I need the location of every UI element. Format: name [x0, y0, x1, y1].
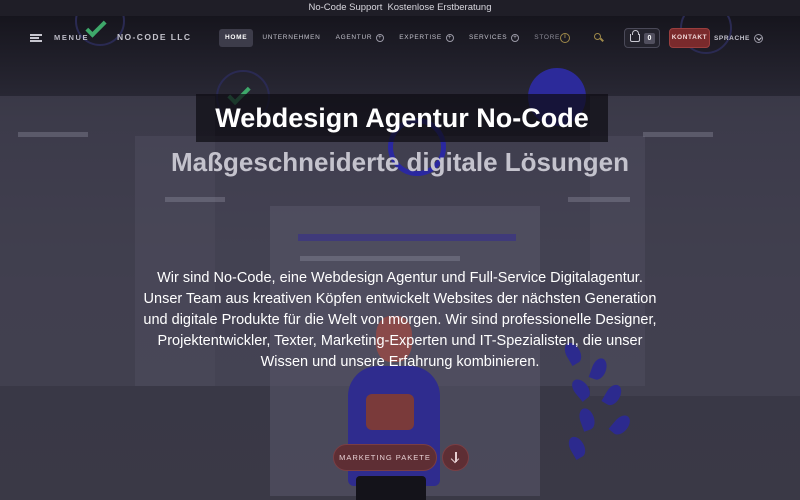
language-label: SPRACHE: [714, 34, 750, 42]
hero-section: [0, 16, 800, 500]
illustration-line: [300, 256, 460, 261]
hero-description: Wir sind No-Code, eine Webdesign Agentur…: [143, 270, 657, 370]
nav-item-label: AGENTUR: [335, 34, 373, 41]
nav-item-home[interactable]: HOME: [219, 29, 254, 47]
hero-subtitle: Maßgeschneiderte digitale Lösungen: [171, 147, 629, 177]
illustration-person-shirt: [366, 394, 414, 430]
nav-item-unternehmen[interactable]: UNTERNEHMEN: [256, 29, 326, 47]
arrow-down-icon: [455, 452, 457, 462]
hamburger-icon[interactable]: [30, 34, 42, 42]
nav-menu: HOME UNTERNEHMEN AGENTUR + EXPERTISE + SER…: [219, 29, 569, 47]
plus-icon[interactable]: +: [376, 34, 385, 42]
nav-item-label: EXPERTISE: [399, 34, 442, 41]
chevron-down-icon: [753, 33, 763, 43]
cart-count-badge: 0: [644, 33, 655, 44]
nav-item-label: UNTERNEHMEN: [262, 34, 321, 41]
leaf-icon: [608, 412, 634, 438]
top-announcement-bar: No-Code Support Kostenlose Erstberatung: [0, 0, 800, 16]
plus-icon[interactable]: +: [511, 34, 520, 42]
info-icon[interactable]: i: [560, 33, 570, 43]
main-navigation: MENUE NO-CODE LLC HOME UNTERNEHMEN AGENT…: [0, 16, 800, 60]
illustration-line: [165, 197, 225, 202]
contact-button[interactable]: KONTAKT: [669, 28, 710, 48]
leaf-icon: [565, 433, 589, 461]
illustration-line: [643, 132, 713, 137]
search-icon[interactable]: [594, 33, 603, 42]
leaf-icon: [576, 406, 598, 432]
consultation-text[interactable]: Kostenlose Erstberatung: [387, 2, 491, 13]
menu-toggle-label[interactable]: MENUE: [54, 33, 89, 42]
nav-item-label: STORE: [534, 34, 561, 41]
scroll-down-button[interactable]: [442, 444, 469, 471]
basket-icon: [630, 30, 640, 42]
illustration-person-legs: [356, 476, 426, 500]
nav-item-expertise[interactable]: EXPERTISE +: [393, 29, 460, 47]
illustration-line: [18, 132, 88, 137]
support-text[interactable]: No-Code Support: [309, 2, 383, 13]
nav-item-label: SERVICES: [468, 34, 508, 41]
illustration-bar: [298, 234, 516, 241]
marketing-packages-button[interactable]: MARKETING PAKETE: [333, 444, 437, 471]
illustration-line: [568, 197, 630, 202]
hero-title: Webdesign Agentur No-Code: [196, 94, 608, 142]
brand-logo[interactable]: NO-CODE LLC: [117, 32, 191, 42]
nav-item-label: HOME: [225, 34, 248, 41]
language-selector[interactable]: SPRACHE: [714, 30, 763, 46]
cart-button[interactable]: 0: [624, 28, 660, 48]
nav-item-services[interactable]: SERVICES +: [463, 29, 525, 47]
plus-icon[interactable]: +: [445, 34, 454, 42]
nav-item-agentur[interactable]: AGENTUR +: [330, 29, 391, 47]
